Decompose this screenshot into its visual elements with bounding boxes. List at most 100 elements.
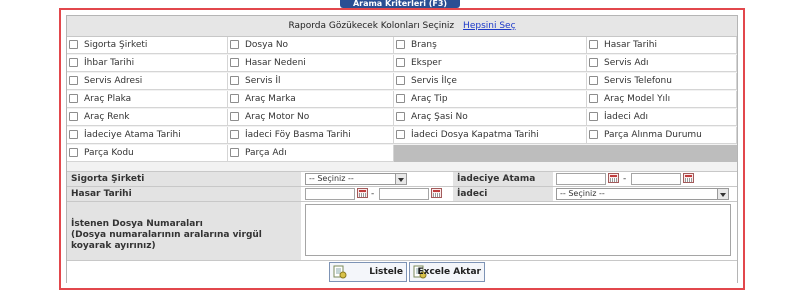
column-checkbox[interactable] bbox=[396, 112, 405, 121]
column-label: Sigorta Şirketi bbox=[84, 40, 148, 50]
column-label: Hasar Nedeni bbox=[245, 58, 306, 68]
column-row: Sigorta Şirketi Dosya No Branş Hasar Tarihi bbox=[67, 37, 737, 55]
chevron-down-icon bbox=[717, 189, 728, 199]
search-criteria-tab[interactable]: Arama Kriterleri (F3) bbox=[340, 0, 460, 8]
column-checkbox[interactable] bbox=[230, 58, 239, 67]
column-checkbox[interactable] bbox=[69, 94, 78, 103]
column-checkbox[interactable] bbox=[396, 76, 405, 85]
column-option[interactable]: Araç Model Yılı bbox=[587, 91, 737, 108]
column-label: İhbar Tarihi bbox=[84, 58, 135, 68]
column-label: Dosya No bbox=[245, 40, 289, 50]
column-checkbox[interactable] bbox=[230, 148, 239, 157]
column-checkbox[interactable] bbox=[589, 40, 598, 49]
column-option[interactable]: Araç Plaka bbox=[67, 91, 228, 108]
hasar-tarihi-end-input[interactable] bbox=[379, 188, 429, 200]
column-option[interactable]: Araç Motor No bbox=[228, 109, 394, 126]
excele-aktar-button[interactable]: Excele Aktar bbox=[409, 262, 485, 282]
sigorta-label: Sigorta Şirketi bbox=[67, 172, 301, 186]
calendar-icon[interactable] bbox=[431, 188, 442, 198]
iadeci-label: İadeci bbox=[453, 187, 553, 201]
column-checkbox[interactable] bbox=[69, 148, 78, 157]
column-checkbox[interactable] bbox=[589, 130, 598, 139]
iadeci-select[interactable]: -- Seçiniz -- bbox=[556, 188, 729, 200]
iadeciye-atama-end-input[interactable] bbox=[631, 173, 681, 185]
column-option[interactable]: Araç Tip bbox=[394, 91, 587, 108]
column-option[interactable]: Parça Adı bbox=[228, 145, 394, 162]
iadeciye-atama-label: İadeciye Atama Tarihi bbox=[453, 172, 553, 198]
column-label: Servis Adı bbox=[604, 58, 649, 68]
column-label: Araç Plaka bbox=[84, 94, 132, 104]
column-option[interactable]: İadeci Föy Basma Tarihi bbox=[228, 127, 394, 144]
column-option[interactable]: Eksper bbox=[394, 55, 587, 72]
column-option[interactable]: Branş bbox=[394, 37, 587, 54]
columns-header-title: Raporda Gözükecek Kolonları Seçiniz bbox=[288, 21, 455, 31]
sigorta-select[interactable]: -- Seçiniz -- bbox=[305, 173, 407, 185]
column-label: İadeci Föy Basma Tarihi bbox=[245, 130, 351, 140]
column-option[interactable]: Dosya No bbox=[228, 37, 394, 54]
column-option[interactable]: İadeci Adı bbox=[587, 109, 737, 126]
column-row: Parça Kodu Parça Adı bbox=[67, 145, 737, 163]
column-checkbox[interactable] bbox=[589, 94, 598, 103]
chevron-down-icon bbox=[395, 174, 406, 184]
column-checkbox[interactable] bbox=[69, 58, 78, 67]
column-option[interactable]: Hasar Nedeni bbox=[228, 55, 394, 72]
column-option[interactable]: İhbar Tarihi bbox=[67, 55, 228, 72]
column-option[interactable]: İadeci Dosya Kapatma Tarihi bbox=[394, 127, 587, 144]
column-checkbox[interactable] bbox=[230, 40, 239, 49]
calendar-icon[interactable] bbox=[357, 188, 368, 198]
column-checkbox[interactable] bbox=[69, 40, 78, 49]
column-checkbox[interactable] bbox=[589, 76, 598, 85]
column-checkbox[interactable] bbox=[589, 58, 598, 67]
column-checkbox[interactable] bbox=[69, 76, 78, 85]
column-option[interactable]: Araç Şasi No bbox=[394, 109, 587, 126]
column-option[interactable]: Servis İlçe bbox=[394, 73, 587, 90]
select-all-link[interactable]: Hepsini Seç bbox=[463, 21, 515, 31]
column-option[interactable]: Servis Adresi bbox=[67, 73, 228, 90]
form-row-sigorta: Sigorta Şirketi -- Seçiniz -- İadeciye A… bbox=[67, 171, 737, 198]
column-checkbox[interactable] bbox=[230, 112, 239, 121]
listele-label: Listele bbox=[369, 267, 403, 277]
column-label: Servis İlçe bbox=[411, 76, 457, 86]
calendar-icon[interactable] bbox=[683, 173, 694, 183]
column-label: Servis İl bbox=[245, 76, 281, 86]
column-option[interactable]: İadeciye Atama Tarihi bbox=[67, 127, 228, 144]
hasar-tarihi-start-input[interactable] bbox=[305, 188, 355, 200]
column-option[interactable]: Hasar Tarihi bbox=[587, 37, 737, 54]
column-label: İadeci Dosya Kapatma Tarihi bbox=[411, 130, 539, 140]
column-checkbox[interactable] bbox=[230, 130, 239, 139]
column-checkbox[interactable] bbox=[396, 94, 405, 103]
column-checkbox[interactable] bbox=[69, 112, 78, 121]
column-option[interactable]: Servis İl bbox=[228, 73, 394, 90]
column-option[interactable]: Araç Renk bbox=[67, 109, 228, 126]
date-range-separator: - bbox=[623, 174, 627, 184]
column-option[interactable]: Servis Telefonu bbox=[587, 73, 737, 90]
calendar-icon[interactable] bbox=[608, 173, 619, 183]
sigorta-select-value: -- Seçiniz -- bbox=[309, 174, 354, 183]
column-row: Araç Plaka Araç Marka Araç Tip Araç Model Y… bbox=[67, 91, 737, 109]
column-row: İadeciye Atama Tarihi İadeci Föy Basma Ta… bbox=[67, 127, 737, 145]
column-row: Servis Adresi Servis İl Servis İlçe Servis … bbox=[67, 73, 737, 91]
column-label: Araç Şasi No bbox=[411, 112, 468, 122]
column-checkbox[interactable] bbox=[230, 94, 239, 103]
iadeciye-atama-start-input[interactable] bbox=[556, 173, 606, 185]
column-label: Eksper bbox=[411, 58, 442, 68]
listele-button[interactable]: Listele bbox=[329, 262, 407, 282]
column-checkbox[interactable] bbox=[230, 76, 239, 85]
column-option[interactable]: Parça Alınma Durumu bbox=[587, 127, 737, 144]
column-label: Branş bbox=[411, 40, 437, 50]
column-option[interactable]: Parça Kodu bbox=[67, 145, 228, 162]
column-label: Hasar Tarihi bbox=[604, 40, 657, 50]
column-label: Servis Telefonu bbox=[604, 76, 672, 86]
column-checkbox[interactable] bbox=[69, 130, 78, 139]
form-row-dosya-numaralari: İstenen Dosya Numaraları (Dosya numarala… bbox=[67, 201, 737, 260]
column-checkbox[interactable] bbox=[589, 112, 598, 121]
column-checkbox[interactable] bbox=[396, 40, 405, 49]
search-criteria-panel: Raporda Gözükecek Kolonları Seçiniz Heps… bbox=[59, 8, 745, 290]
column-option[interactable]: Araç Marka bbox=[228, 91, 394, 108]
dosya-numaralari-textarea[interactable] bbox=[305, 204, 731, 256]
column-checkbox[interactable] bbox=[396, 58, 405, 67]
column-option[interactable]: Servis Adı bbox=[587, 55, 737, 72]
column-checkbox[interactable] bbox=[396, 130, 405, 139]
column-option[interactable]: Sigorta Şirketi bbox=[67, 37, 228, 54]
column-label: Parça Alınma Durumu bbox=[604, 130, 702, 140]
